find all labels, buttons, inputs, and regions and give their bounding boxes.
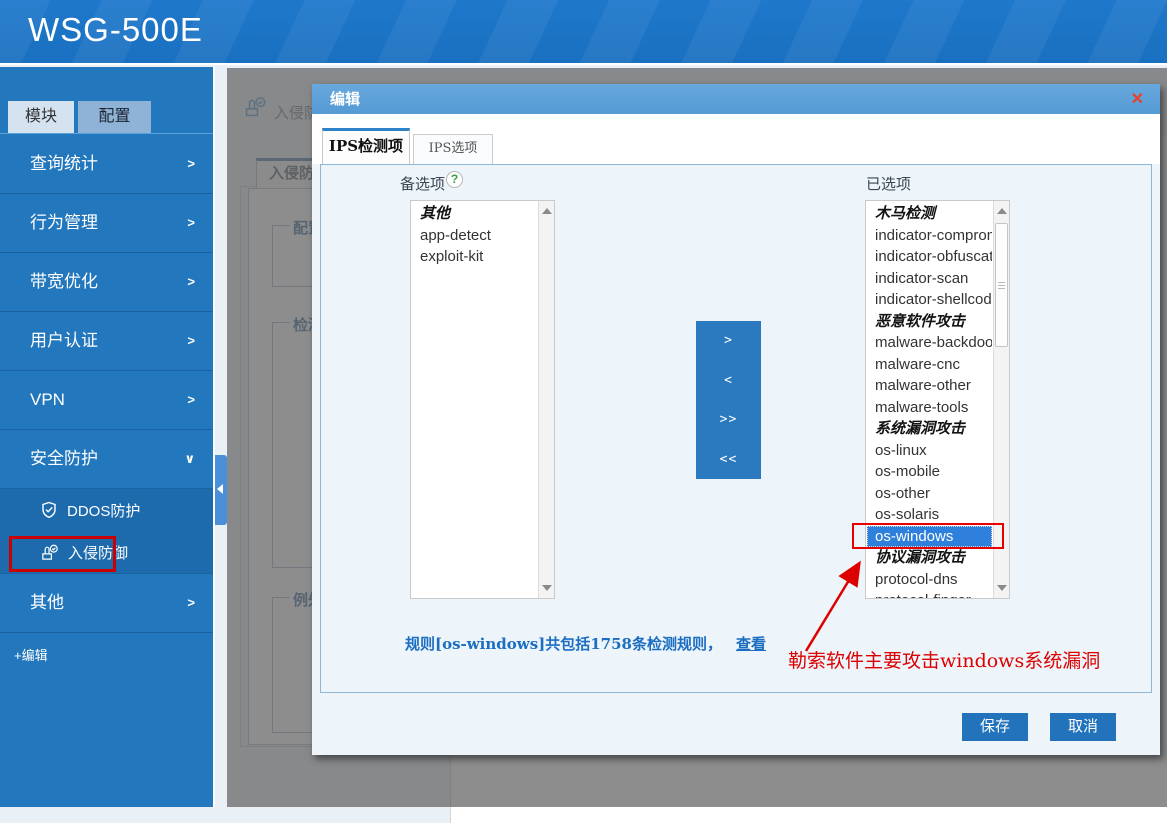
sidebar-tab-config[interactable]: 配置: [78, 101, 151, 133]
scrollbar-thumb[interactable]: [995, 223, 1008, 347]
selected-label: 已选项: [866, 173, 911, 194]
list-item[interactable]: indicator-obfuscation: [867, 246, 992, 268]
app-header: WSG-500E: [0, 0, 1167, 65]
list-item[interactable]: os-linux: [867, 440, 992, 462]
list-item[interactable]: os-mobile: [867, 461, 992, 483]
available-listbox[interactable]: 其他app-detectexploit-kit: [410, 200, 555, 599]
available-label: 备选项: [400, 173, 445, 194]
sidebar-item-security[interactable]: 安全防护 ∨: [0, 430, 213, 489]
scroll-up-icon[interactable]: [542, 208, 552, 214]
chevron-right-icon: >: [187, 253, 195, 311]
ips-detection-panel: 备选项 ? 已选项 其他app-detectexploit-kit > < >>…: [320, 164, 1152, 693]
list-item[interactable]: malware-cnc: [867, 354, 992, 376]
list-item[interactable]: 恶意软件攻击: [867, 311, 992, 333]
scrollbar[interactable]: [538, 201, 554, 598]
sidebar-item-bandwidth[interactable]: 带宽优化 >: [0, 253, 213, 312]
save-button[interactable]: 保存: [962, 713, 1028, 741]
list-item[interactable]: 木马检测: [867, 203, 992, 225]
dialog-title: 编辑: [330, 90, 360, 108]
move-right-button[interactable]: >: [696, 321, 761, 361]
chevron-right-icon: >: [187, 135, 195, 193]
sidebar-item-ddos[interactable]: DDOS防护: [0, 489, 213, 531]
list-item[interactable]: protocol-finger: [867, 590, 992, 598]
chevron-right-icon: >: [187, 194, 195, 252]
app-title: WSG-500E: [28, 11, 203, 49]
rule-count-info: 规则[os-windows]共包括1758条检测规则， 查看: [405, 633, 766, 654]
sidebar-item-behavior-mgmt[interactable]: 行为管理 >: [0, 194, 213, 253]
sidebar-item-other[interactable]: 其他 >: [0, 574, 213, 633]
dialog-titlebar: 编辑 ✕: [312, 84, 1160, 114]
move-left-button[interactable]: <: [696, 361, 761, 401]
rule-count-text: 规则[os-windows]共包括1758条检测规则，: [405, 635, 722, 653]
sidebar-tab-module[interactable]: 模块: [8, 101, 74, 133]
move-all-right-button[interactable]: >>: [696, 400, 761, 440]
list-item[interactable]: indicator-compromise: [867, 225, 992, 247]
scroll-up-icon[interactable]: [997, 208, 1007, 214]
list-item[interactable]: malware-backdoor: [867, 332, 992, 354]
list-item[interactable]: malware-tools: [867, 397, 992, 419]
chevron-down-icon: ∨: [184, 430, 195, 488]
transfer-buttons: > < >> <<: [696, 321, 761, 479]
sidebar: 模块 配置 查询统计 > 行为管理 > 带宽优化 > 用户认证 > VPN > …: [0, 67, 215, 807]
sidebar-item-query-stats[interactable]: 查询统计 >: [0, 135, 213, 194]
sidebar-collapse-handle[interactable]: [215, 455, 227, 525]
sidebar-item-user-auth[interactable]: 用户认证 >: [0, 312, 213, 371]
chevron-right-icon: >: [187, 371, 195, 429]
divider: [0, 133, 213, 134]
list-item[interactable]: malware-other: [867, 375, 992, 397]
view-rules-link[interactable]: 查看: [736, 635, 766, 653]
help-icon[interactable]: ?: [446, 171, 463, 188]
annotation-box-os-windows: [852, 523, 1004, 549]
available-list-items: 其他app-detectexploit-kit: [412, 201, 537, 598]
annotation-text: 勒索软件主要攻击windows系统漏洞: [788, 646, 1100, 673]
sidebar-edit-link[interactable]: +编辑: [14, 645, 48, 664]
cancel-button[interactable]: 取消: [1050, 713, 1116, 741]
list-item[interactable]: os-other: [867, 483, 992, 505]
list-item[interactable]: exploit-kit: [412, 246, 537, 268]
list-item[interactable]: 系统漏洞攻击: [867, 418, 992, 440]
annotation-box-intrusion: [9, 536, 116, 572]
list-item[interactable]: 其他: [412, 203, 537, 225]
dialog-tabbar: IPS检测项 IPS选项: [312, 114, 1160, 164]
chevron-right-icon: >: [187, 574, 195, 632]
chevron-right-icon: >: [187, 312, 195, 370]
sidebar-item-vpn[interactable]: VPN >: [0, 371, 213, 430]
list-item[interactable]: protocol-dns: [867, 569, 992, 591]
move-all-left-button[interactable]: <<: [696, 440, 761, 480]
list-item[interactable]: app-detect: [412, 225, 537, 247]
shield-check-icon: [40, 501, 58, 519]
tab-ips-options[interactable]: IPS选项: [413, 134, 493, 164]
list-item[interactable]: indicator-scan: [867, 268, 992, 290]
scroll-down-icon[interactable]: [542, 585, 552, 591]
close-icon[interactable]: ✕: [1131, 84, 1144, 114]
tab-ips-detection[interactable]: IPS检测项: [322, 128, 410, 164]
scroll-down-icon[interactable]: [997, 585, 1007, 591]
list-item[interactable]: 协议漏洞攻击: [867, 547, 992, 569]
list-item[interactable]: indicator-shellcode: [867, 289, 992, 311]
